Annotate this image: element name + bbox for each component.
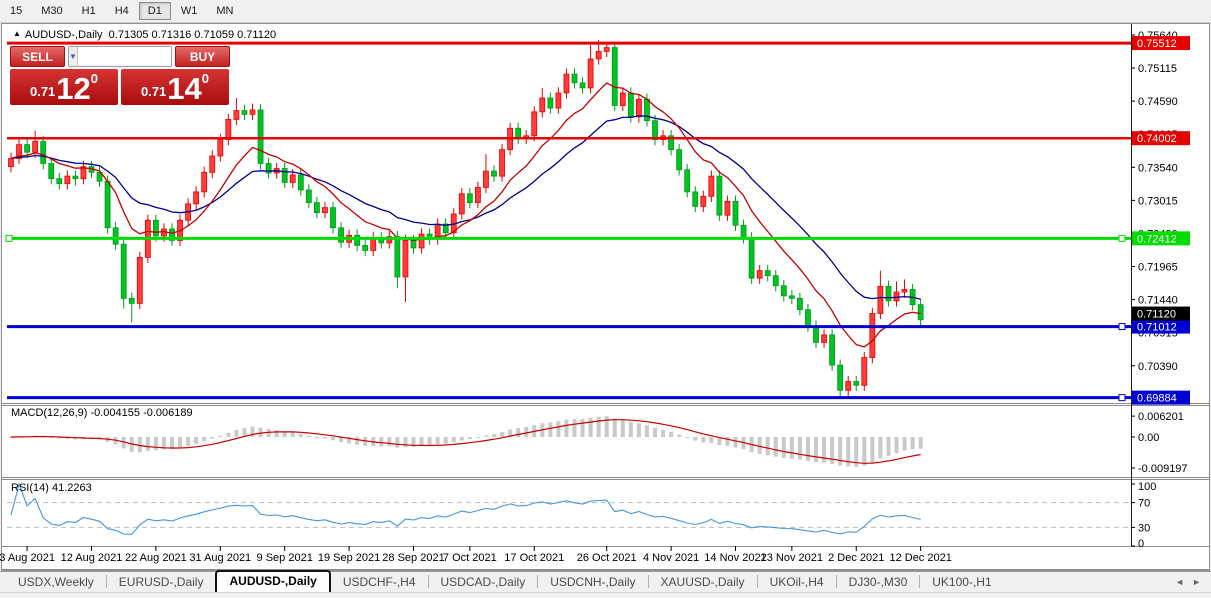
buy-button[interactable]: BUY xyxy=(175,46,230,67)
svg-text:12 Aug 2021: 12 Aug 2021 xyxy=(61,552,123,564)
svg-text:0.71440: 0.71440 xyxy=(1138,295,1178,307)
svg-text:0.75512: 0.75512 xyxy=(1137,38,1177,50)
svg-text:0.72412: 0.72412 xyxy=(1137,233,1177,245)
timeframe-button-h4[interactable]: H4 xyxy=(106,2,138,20)
svg-text:17 Oct 2021: 17 Oct 2021 xyxy=(504,552,564,564)
volume-stepper: ▼ ▲ xyxy=(68,46,172,67)
svg-text:0.70390: 0.70390 xyxy=(1138,361,1178,373)
svg-text:12 Dec 2021: 12 Dec 2021 xyxy=(889,552,951,564)
svg-text:0.71120: 0.71120 xyxy=(1137,309,1176,321)
timeframe-button-mn[interactable]: MN xyxy=(207,2,242,20)
sell-price-big: 12 xyxy=(56,74,90,103)
svg-text:0.74590: 0.74590 xyxy=(1138,96,1178,108)
svg-text:30: 30 xyxy=(1138,522,1150,534)
ohlc-values: 0.71305 0.71316 0.71059 0.71120 xyxy=(109,29,276,41)
sell-price-display[interactable]: 0.71120 xyxy=(10,69,118,105)
tab-scroll-buttons: ◄► xyxy=(1175,577,1211,592)
svg-text:0.69884: 0.69884 xyxy=(1137,393,1177,405)
svg-text:9 Sep 2021: 9 Sep 2021 xyxy=(257,552,313,564)
rsi-indicator-label: RSI(14) 41.2263 xyxy=(11,482,92,494)
svg-text:0.71012: 0.71012 xyxy=(1137,322,1177,334)
svg-text:0.73540: 0.73540 xyxy=(1138,162,1178,174)
svg-text:7 Oct 2021: 7 Oct 2021 xyxy=(443,552,497,564)
rsi-axis: 100 70 30 0 xyxy=(1131,481,1156,550)
timeframe-button-m30[interactable]: M30 xyxy=(32,2,71,20)
one-click-trade-panel: SELL ▼ ▲ BUY 0.71120 0.71140 xyxy=(10,46,230,105)
svg-text:3 Aug 2021: 3 Aug 2021 xyxy=(0,552,55,564)
tab-usdchf-h4[interactable]: USDCHF-,H4 xyxy=(331,572,428,592)
tab-ukoil-h4[interactable]: UKOil-,H4 xyxy=(758,572,836,592)
chart-title: ▲ AUDUSD-,Daily 0.71305 0.71316 0.71059 0… xyxy=(13,29,276,41)
price-level-label: 0.75512 xyxy=(1132,36,1190,50)
date-axis[interactable]: 3 Aug 2021 12 Aug 202122 Aug 202131 Aug 2… xyxy=(0,546,952,564)
macd-histogram xyxy=(9,416,923,467)
timeframe-button-w1[interactable]: W1 xyxy=(172,2,207,20)
svg-text:14 Nov 2021: 14 Nov 2021 xyxy=(704,552,766,564)
svg-text:31 Aug 2021: 31 Aug 2021 xyxy=(189,552,251,564)
svg-text:2 Dec 2021: 2 Dec 2021 xyxy=(828,552,884,564)
tab-dj30-m30[interactable]: DJ30-,M30 xyxy=(837,572,920,592)
current-price-label: 0.71120 xyxy=(1132,307,1190,321)
tab-uk100-h1[interactable]: UK100-,H1 xyxy=(920,572,1003,592)
tab-eurusd-daily[interactable]: EURUSD-,Daily xyxy=(107,572,216,592)
svg-text:19 Sep 2021: 19 Sep 2021 xyxy=(318,552,380,564)
timeframe-toolbar: 15M30H1H4D1W1MN xyxy=(0,0,1211,23)
macd-axis: 0.006201 0.00 -0.009197 xyxy=(1131,411,1188,475)
price-level-label: 0.72412 xyxy=(1132,231,1190,245)
tab-usdcad-daily[interactable]: USDCAD-,Daily xyxy=(429,572,538,592)
svg-text:0: 0 xyxy=(1138,538,1144,550)
trading-platform-window: 15M30H1H4D1W1MN 0.756400.751150.745900.7… xyxy=(0,0,1211,598)
price-level-label: 0.74002 xyxy=(1132,131,1190,145)
tab-xauusd-daily[interactable]: XAUUSD-,Daily xyxy=(649,572,757,592)
sell-price-sup: 0 xyxy=(91,71,98,86)
svg-text:23 Nov 2021: 23 Nov 2021 xyxy=(761,552,823,564)
svg-text:70: 70 xyxy=(1138,498,1150,510)
timeframe-button-d1[interactable]: D1 xyxy=(139,2,171,20)
timeframe-button-15[interactable]: 15 xyxy=(1,2,31,20)
svg-text:0.006201: 0.006201 xyxy=(1138,411,1184,423)
sell-price-prefix: 0.71 xyxy=(30,84,55,99)
symbol-marker-icon: ▲ xyxy=(13,29,21,38)
rsi-line xyxy=(11,484,921,534)
svg-text:0.00: 0.00 xyxy=(1138,432,1159,444)
svg-text:26 Oct 2021: 26 Oct 2021 xyxy=(577,552,637,564)
chart-tab-bar: USDX,WeeklyEURUSD-,DailyAUDUSD-,DailyUSD… xyxy=(0,571,1211,593)
svg-text:-0.009197: -0.009197 xyxy=(1138,463,1188,475)
svg-text:0.74002: 0.74002 xyxy=(1137,133,1177,145)
tab-usdcnh-daily[interactable]: USDCNH-,Daily xyxy=(538,572,647,592)
tab-scroll-right-icon[interactable]: ► xyxy=(1192,577,1201,587)
macd-indicator-label: MACD(12,26,9) -0.004155 -0.006189 xyxy=(11,407,193,419)
svg-text:0.73015: 0.73015 xyxy=(1138,195,1178,207)
svg-text:4 Nov 2021: 4 Nov 2021 xyxy=(643,552,699,564)
svg-text:100: 100 xyxy=(1138,481,1156,493)
tab-usdx-weekly[interactable]: USDX,Weekly xyxy=(6,572,106,592)
timeframe-button-h1[interactable]: H1 xyxy=(73,2,105,20)
buy-price-sup: 0 xyxy=(202,71,209,86)
ma-slow-line xyxy=(11,116,921,299)
price-level-line[interactable] xyxy=(7,324,1131,330)
svg-text:22 Aug 2021: 22 Aug 2021 xyxy=(125,552,187,564)
symbol-name: AUDUSD-,Daily xyxy=(25,29,103,41)
price-level-line[interactable] xyxy=(7,395,1131,401)
sell-button[interactable]: SELL xyxy=(10,46,65,67)
buy-price-big: 14 xyxy=(167,74,201,103)
tab-scroll-left-icon[interactable]: ◄ xyxy=(1175,577,1184,587)
tab-audusd-daily[interactable]: AUDUSD-,Daily xyxy=(215,570,330,592)
price-level-label: 0.69884 xyxy=(1132,391,1190,405)
svg-text:28 Sep 2021: 28 Sep 2021 xyxy=(382,552,444,564)
buy-price-display[interactable]: 0.71140 xyxy=(121,69,229,105)
volume-decrease-button[interactable]: ▼ xyxy=(69,47,78,66)
svg-text:0.71965: 0.71965 xyxy=(1138,262,1178,274)
buy-price-prefix: 0.71 xyxy=(141,84,166,99)
svg-text:0.75115: 0.75115 xyxy=(1138,63,1177,75)
price-level-label: 0.71012 xyxy=(1132,320,1190,334)
rsi-level-lines xyxy=(7,503,1131,528)
volume-input[interactable] xyxy=(78,47,172,66)
